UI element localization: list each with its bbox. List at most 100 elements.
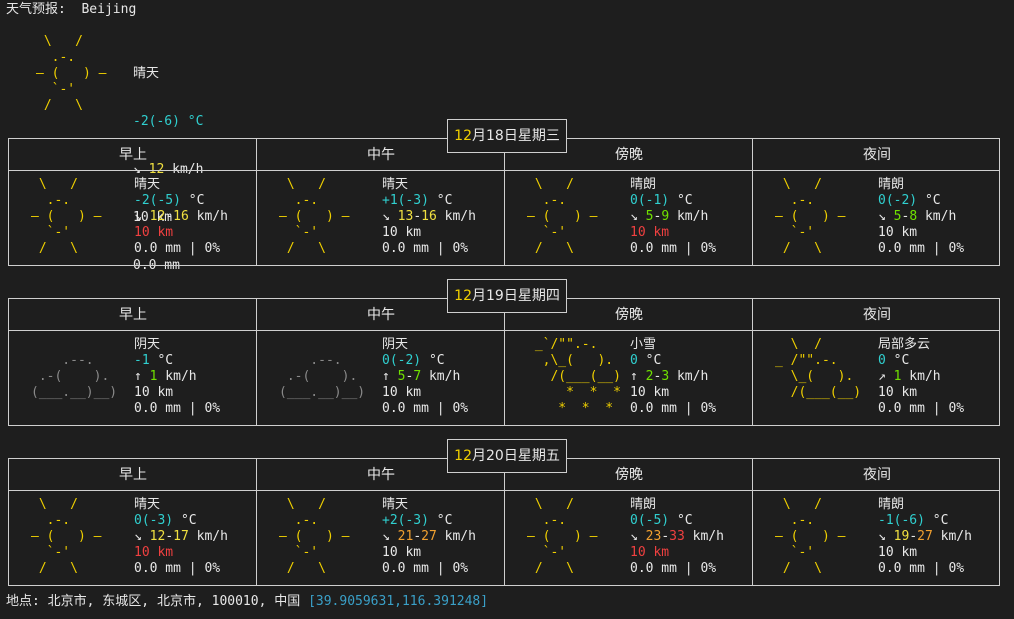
forecast-day: 早上 中午 傍晚 夜间 .--. .-( ). (___.__)__) 阴天 -1 °C ↑… <box>8 279 1001 426</box>
condition-text: 晴天 <box>134 497 161 512</box>
condition-text: 晴朗 <box>878 177 905 192</box>
cloud-icon: .--. .-( ). (___.__)__) <box>279 353 366 400</box>
period-label: 夜间 <box>863 467 891 483</box>
sun-icon: \ / .-. ― ( ) ― `-' / \ <box>279 177 350 256</box>
slot-info: 阴天 0(-2) °C ↑ 5-7 km/h 10 km 0.0 mm | 0% <box>382 337 468 417</box>
slot-info: 晴天 +1(-3) °C ↘ 13-16 km/h 10 km 0.0 mm | 0% <box>382 177 476 257</box>
sun-icon: \ / .-. ― ( ) ― `-' / \ <box>279 497 350 576</box>
forecast-slot: .--. .-( ). (___.__)__) 阴天 -1 °C ↑ 1 km/h 10… <box>9 331 257 425</box>
temperature: +1(-3) °C <box>382 193 453 208</box>
visibility: 10 km <box>134 385 174 400</box>
wind: ↘ 19-27 km/h <box>878 529 972 544</box>
forecast-title: 天气预报: Beijing <box>6 2 137 17</box>
forecast-slot: \ / .-. ― ( ) ― `-' / \ 晴朗 0(-2) °C ↘ 5-8 k… <box>753 171 1001 265</box>
precipitation: 0.0 mm | 0% <box>878 241 965 256</box>
slot-info: 晴天 0(-3) °C ↘ 12-17 km/h 10 km 0.0 mm | 0% <box>134 497 228 577</box>
visibility: 10 km <box>382 385 422 400</box>
visibility: 10 km <box>630 225 670 240</box>
temperature: -2(-5) °C <box>134 193 205 208</box>
precipitation: 0.0 mm | 0% <box>134 241 221 256</box>
slot-info: 晴朗 0(-2) °C ↘ 5-8 km/h 10 km 0.0 mm | 0% <box>878 177 964 257</box>
temperature: 0(-5) °C <box>630 513 693 528</box>
wind: ↘ 12-17 km/h <box>134 529 228 544</box>
wind: ↑ 5-7 km/h <box>382 369 461 384</box>
slot-info: 晴天 -2(-5) °C ↘ 12-16 km/h 10 km 0.0 mm | 0% <box>134 177 228 257</box>
partly-cloudy-icon: \ / _ /"".-. \_( ). /(___(__) <box>775 337 862 400</box>
slot-info: 晴朗 -1(-6) °C ↘ 19-27 km/h 10 km 0.0 mm | 0% <box>878 497 972 577</box>
precipitation: 0.0 mm | 0% <box>134 561 221 576</box>
period-label: 早上 <box>119 467 147 483</box>
slot-info: 晴朗 0(-5) °C ↘ 23-33 km/h 10 km 0.0 mm | 0% <box>630 497 724 577</box>
temperature: -1 °C <box>134 353 174 368</box>
condition-text: 晴天 <box>134 177 161 192</box>
condition-text: 局部多云 <box>878 337 931 352</box>
precipitation: 0.0 mm | 0% <box>630 241 717 256</box>
precipitation: 0.0 mm | 0% <box>878 561 965 576</box>
forecast-slot: \ / .-. ― ( ) ― `-' / \ 晴天 +2(-3) °C ↘ 21-2… <box>257 491 505 585</box>
condition-text: 小雪 <box>630 337 657 352</box>
temperature: 0 °C <box>878 353 910 368</box>
condition-text: 阴天 <box>134 337 161 352</box>
sun-icon: \ / .-. ― ( ) ― `-' / \ <box>31 177 102 256</box>
forecast-slot: \ / .-. ― ( ) ― `-' / \ 晴天 0(-3) °C ↘ 12-17… <box>9 491 257 585</box>
temperature: +2(-3) °C <box>382 513 453 528</box>
slot-info: 小雪 0 °C ↑ 2-3 km/h 10 km 0.0 mm | 0% <box>630 337 716 417</box>
sun-icon: \ / .-. ― ( ) ― `-' / \ <box>775 177 846 256</box>
temperature: -1(-6) °C <box>878 513 949 528</box>
precipitation: 0.0 mm | 0% <box>382 241 469 256</box>
date-label: 12月18日星期三 <box>447 119 567 153</box>
coordinates: [39.9059631,116.391248] <box>308 594 489 609</box>
forecast-slot: \ / .-. ― ( ) ― `-' / \ 晴朗 -1(-6) °C ↘ 19-2… <box>753 491 1001 585</box>
slot-info: 晴朗 0(-1) °C ↘ 5-9 km/h 10 km 0.0 mm | 0% <box>630 177 716 257</box>
condition-text: 晴天 <box>382 177 409 192</box>
visibility: 10 km <box>382 225 422 240</box>
forecast-slot: \ / .-. ― ( ) ― `-' / \ 晴天 +1(-3) °C ↘ 13-1… <box>257 171 505 265</box>
precipitation: 0.0 mm | 0% <box>878 401 965 416</box>
precipitation: 0.0 mm | 0% <box>630 401 717 416</box>
wind: ↘ 21-27 km/h <box>382 529 476 544</box>
visibility: 10 km <box>878 225 918 240</box>
cloud-icon: .--. .-( ). (___.__)__) <box>31 353 118 400</box>
temperature: 0(-3) °C <box>134 513 197 528</box>
wind: ↗ 1 km/h <box>878 369 941 384</box>
visibility: 10 km <box>878 385 918 400</box>
sun-icon: \ / .-. ― ( ) ― `-' / \ <box>31 497 102 576</box>
visibility: 10 km <box>382 545 422 560</box>
condition-text: 晴天 <box>382 497 409 512</box>
condition-text: 晴朗 <box>630 177 657 192</box>
current-weather: \ / .-. ― ( ) ― `-' / \ 晴天 -2(-6) °C ↘ 1… <box>20 34 240 273</box>
forecast-slot: \ / .-. ― ( ) ― `-' / \ 晴朗 0(-1) °C ↘ 5-9 k… <box>505 171 753 265</box>
slot-info: 阴天 -1 °C ↑ 1 km/h 10 km 0.0 mm | 0% <box>134 337 220 417</box>
forecast-slot: \ / .-. ― ( ) ― `-' / \ 晴朗 0(-5) °C ↘ 23-33… <box>505 491 753 585</box>
condition-text: 阴天 <box>382 337 409 352</box>
period-label: 夜间 <box>863 147 891 163</box>
sun-icon: \ / .-. ― ( ) ― `-' / \ <box>527 177 598 256</box>
forecast-slot: _`/"".-. ,\_( ). /(___(__) * * * * * * 小雪… <box>505 331 753 425</box>
temperature: 0(-1) °C <box>630 193 693 208</box>
period-label: 早上 <box>119 147 147 163</box>
wind: ↘ 5-8 km/h <box>878 209 957 224</box>
location-line: 地点: 北京市, 东城区, 北京市, 100010, 中国 [39.905963… <box>6 594 488 610</box>
visibility: 10 km <box>630 545 670 560</box>
precipitation: 0.0 mm | 0% <box>134 401 221 416</box>
visibility: 10 km <box>134 545 174 560</box>
forecast-day: 早上 中午 傍晚 夜间 \ / .-. ― ( ) ― `-' / \ 晴天 -2(-5)… <box>8 119 1001 266</box>
forecast-slot: .--. .-( ). (___.__)__) 阴天 0(-2) °C ↑ 5-7 k… <box>257 331 505 425</box>
sun-icon: \ / .-. ― ( ) ― `-' / \ <box>527 497 598 576</box>
location-text: 地点: 北京市, 东城区, 北京市, 100010, 中国 <box>6 594 309 609</box>
date-label: 12月20日星期五 <box>447 439 567 473</box>
forecast-slot: \ / _ /"".-. \_( ). /(___(__) 局部多云 0 °C ↗ 1… <box>753 331 1001 425</box>
sun-icon: \ / .-. ― ( ) ― `-' / \ <box>36 34 107 113</box>
period-label: 夜间 <box>863 307 891 323</box>
visibility: 10 km <box>630 385 670 400</box>
precipitation: 0.0 mm | 0% <box>630 561 717 576</box>
condition-text: 晴朗 <box>878 497 905 512</box>
wind: ↘ 13-16 km/h <box>382 209 476 224</box>
period-label: 早上 <box>119 307 147 323</box>
forecast-day: 早上 中午 傍晚 夜间 \ / .-. ― ( ) ― `-' / \ 晴天 0(-3) … <box>8 439 1001 586</box>
temperature: 0(-2) °C <box>382 353 445 368</box>
forecast-slot: \ / .-. ― ( ) ― `-' / \ 晴天 -2(-5) °C ↘ 12-1… <box>9 171 257 265</box>
wind: ↘ 23-33 km/h <box>630 529 724 544</box>
current-temp: -2(-6) °C <box>133 114 204 129</box>
precipitation: 0.0 mm | 0% <box>382 401 469 416</box>
